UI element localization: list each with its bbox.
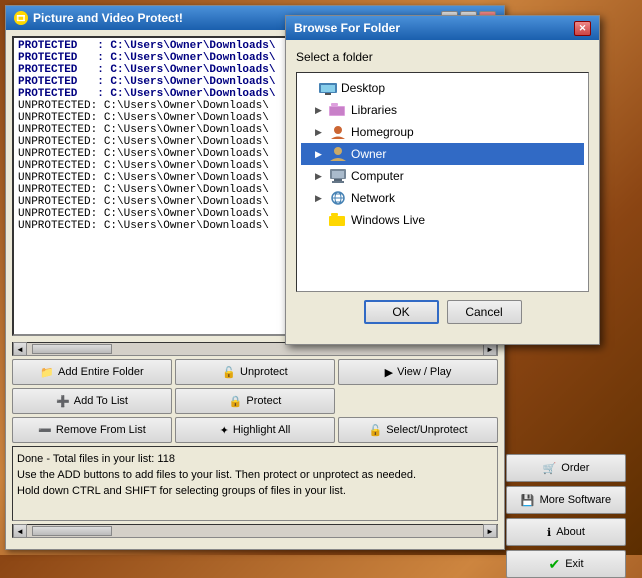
- folder-tree[interactable]: Desktop ▶ Libraries ▶: [296, 72, 589, 292]
- button-row-2: ➕ Add To List 🔒 Protect: [12, 388, 498, 414]
- view-play-button[interactable]: ▶ View / Play: [338, 359, 498, 385]
- tree-item-computer[interactable]: ▶ Computer: [301, 165, 584, 187]
- unprotect-button[interactable]: 🔓 Unprotect: [175, 359, 335, 385]
- bottom-scrollbar-track: [27, 526, 483, 536]
- order-button[interactable]: 🛒 Order: [506, 454, 626, 482]
- order-icon: 🛒: [543, 462, 557, 475]
- app-icon: 🎞: [14, 11, 28, 25]
- libraries-icon: [329, 102, 347, 118]
- dialog-footer: OK Cancel: [296, 300, 589, 324]
- tree-arrow: ▶: [315, 193, 325, 204]
- status-line-1: Done - Total files in your list: 118: [17, 451, 493, 467]
- network-icon: [329, 190, 347, 206]
- windows-live-icon: [329, 212, 347, 228]
- tree-item-desktop-label: Desktop: [341, 81, 385, 95]
- owner-icon: [329, 146, 347, 162]
- select-unprotect-button[interactable]: 🔓 Select/Unprotect: [338, 417, 498, 443]
- tree-item-windowslive[interactable]: Windows Live: [301, 209, 584, 231]
- tree-arrow: ▶: [315, 149, 325, 160]
- status-area: Done - Total files in your list: 118 Use…: [12, 446, 498, 521]
- status-line-2: Use the ADD buttons to add files to your…: [17, 467, 493, 483]
- view-play-icon: ▶: [385, 366, 393, 379]
- homegroup-icon: [329, 124, 347, 140]
- add-to-list-button[interactable]: ➕ Add To List: [12, 388, 172, 414]
- bottom-scroll-right-arrow[interactable]: ►: [483, 524, 497, 538]
- bottom-horizontal-scrollbar[interactable]: ◄ ►: [12, 524, 498, 538]
- tree-item-desktop[interactable]: Desktop: [301, 77, 584, 99]
- window-title: Picture and Video Protect!: [33, 11, 183, 25]
- more-software-icon: 💾: [521, 494, 535, 507]
- tree-item-network[interactable]: ▶ Network: [301, 187, 584, 209]
- tree-item-owner[interactable]: ▶ Owner: [301, 143, 584, 165]
- tree-item-homegroup-label: Homegroup: [351, 125, 414, 139]
- dialog-close-button[interactable]: ✕: [574, 21, 591, 36]
- button-row-1: 📁 Add Entire Folder 🔓 Unprotect ▶ View /…: [12, 359, 498, 385]
- bottom-scroll-left-arrow[interactable]: ◄: [13, 524, 27, 538]
- remove-from-list-button[interactable]: ➖ Remove From List: [12, 417, 172, 443]
- tree-arrow: ▶: [315, 171, 325, 182]
- tree-item-libraries[interactable]: ▶ Libraries: [301, 99, 584, 121]
- tree-item-windowslive-label: Windows Live: [351, 213, 425, 227]
- button-row-3: ➖ Remove From List ✦ Highlight All 🔓 Sel…: [12, 417, 498, 443]
- add-icon: ➕: [56, 395, 70, 408]
- dialog-label: Select a folder: [296, 50, 589, 64]
- highlight-icon: ✦: [220, 424, 229, 437]
- tree-arrow: ▶: [315, 127, 325, 138]
- scroll-left-arrow[interactable]: ◄: [13, 342, 27, 356]
- protect-button[interactable]: 🔒 Protect: [175, 388, 335, 414]
- dialog-ok-button[interactable]: OK: [364, 300, 439, 324]
- computer-icon: [329, 168, 347, 184]
- more-software-button[interactable]: 💾 More Software: [506, 486, 626, 514]
- exit-button[interactable]: ✔ Exit: [506, 550, 626, 578]
- dialog-cancel-button[interactable]: Cancel: [447, 300, 522, 324]
- folder-add-icon: 📁: [40, 366, 54, 379]
- about-icon: ℹ: [547, 526, 551, 539]
- scrollbar-track: [27, 344, 483, 354]
- tree-item-owner-label: Owner: [351, 147, 386, 161]
- desktop-icon: [319, 80, 337, 96]
- bottom-scrollbar-thumb[interactable]: [32, 526, 112, 536]
- tree-arrow: ▶: [315, 105, 325, 116]
- tree-item-homegroup[interactable]: ▶ Homegroup: [301, 121, 584, 143]
- protect-icon: 🔒: [229, 395, 243, 408]
- status-line-3: Hold down CTRL and SHIFT for selecting g…: [17, 483, 493, 499]
- add-entire-folder-button[interactable]: 📁 Add Entire Folder: [12, 359, 172, 385]
- about-button[interactable]: ℹ About: [506, 518, 626, 546]
- remove-icon: ➖: [38, 424, 52, 437]
- title-bar-left: 🎞 Picture and Video Protect!: [14, 11, 183, 25]
- unprotect-icon: 🔓: [222, 366, 236, 379]
- scrollbar-thumb[interactable]: [32, 344, 112, 354]
- tree-item-computer-label: Computer: [351, 169, 404, 183]
- select-icon: 🔓: [368, 424, 382, 437]
- highlight-all-button[interactable]: ✦ Highlight All: [175, 417, 335, 443]
- dialog-body: Select a folder Desktop ▶: [286, 40, 599, 334]
- dialog-title-bar: Browse For Folder ✕: [286, 16, 599, 40]
- tree-item-libraries-label: Libraries: [351, 103, 397, 117]
- exit-checkmark-icon: ✔: [548, 556, 560, 573]
- browse-folder-dialog: Browse For Folder ✕ Select a folder Desk…: [285, 15, 600, 345]
- dialog-title: Browse For Folder: [294, 21, 400, 35]
- tree-item-network-label: Network: [351, 191, 395, 205]
